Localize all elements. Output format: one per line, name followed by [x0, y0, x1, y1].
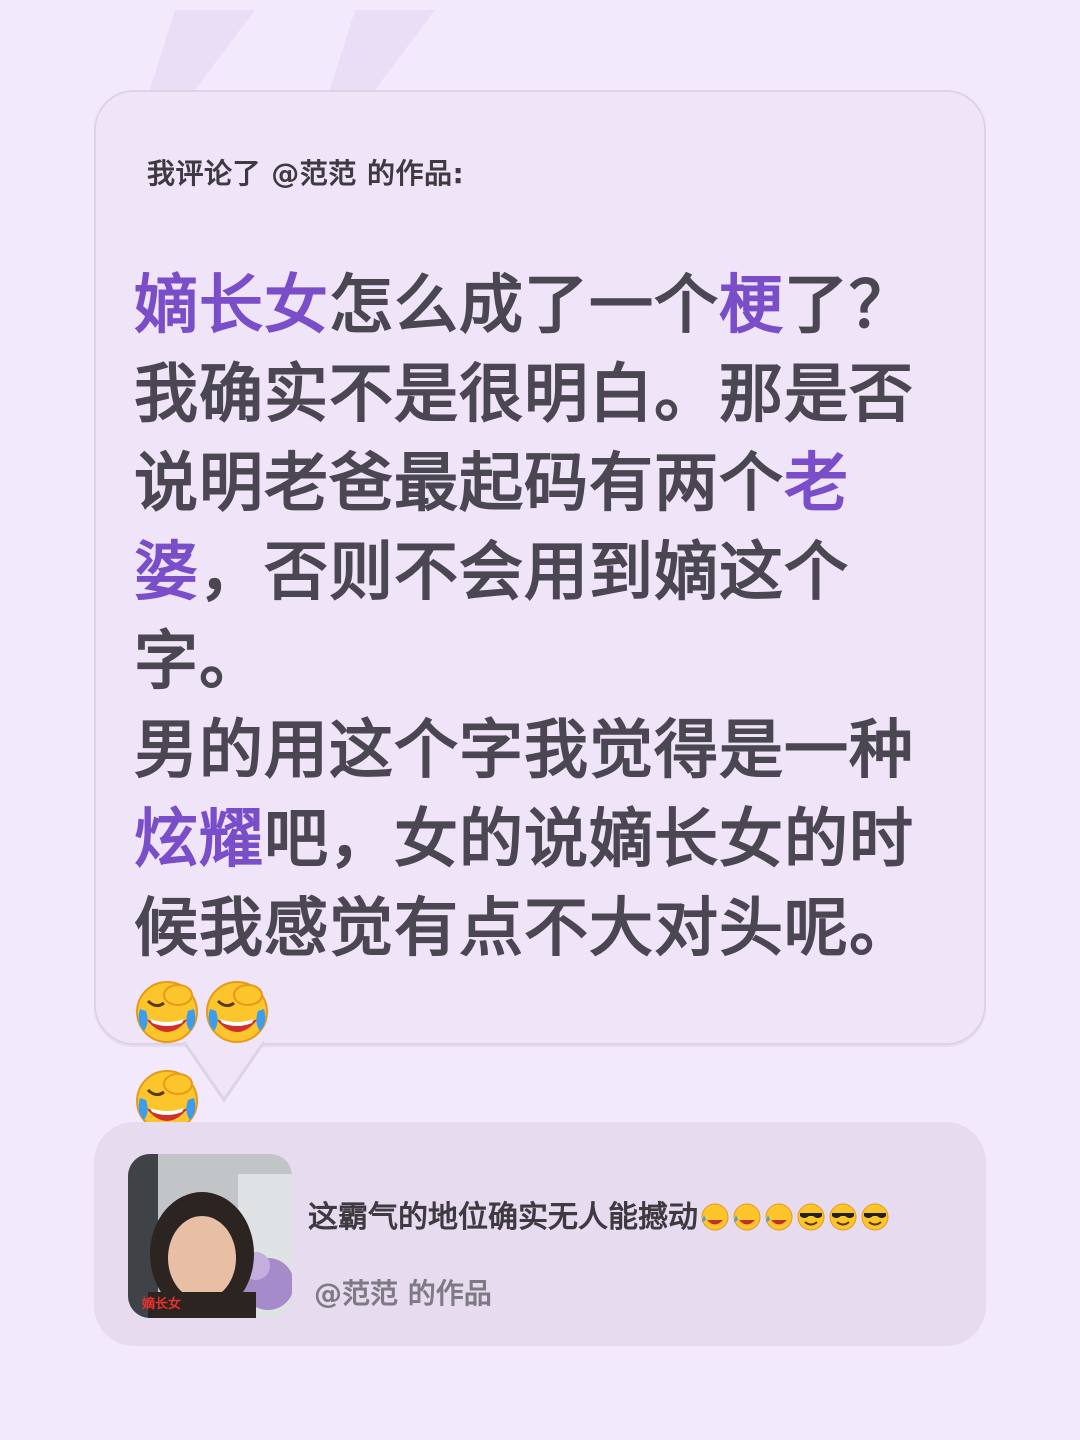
sunglasses-emoji — [826, 1200, 858, 1235]
quoted-post-source[interactable]: @范范 的作品 — [314, 1272, 492, 1312]
comment-phrase: 怎么成了一个 — [329, 269, 719, 343]
comment-header: 我评论了 @范范 的作品: — [147, 157, 465, 190]
highlighted-phrase: 嫡长女 — [134, 269, 329, 343]
comment-text: 嫡长女怎么成了一个梗了？我确实不是很明白。那是否说明老爸最起码有两个老婆，否则不… — [134, 262, 964, 1152]
post-thumbnail[interactable]: 嫡长女 — [128, 1154, 292, 1318]
rofl-emoji — [698, 1200, 730, 1235]
loudly-crying-laughing-emoji — [204, 981, 274, 1055]
sunglasses-emoji — [858, 1200, 890, 1235]
highlighted-phrase: 梗 — [719, 269, 784, 343]
thumbnail-caption: 嫡长女 — [142, 1297, 182, 1312]
loudly-crying-laughing-emoji — [134, 981, 204, 1055]
comment-phrase: 男的用这个字我觉得是一种 — [134, 714, 914, 788]
rofl-emoji — [762, 1200, 794, 1235]
comment-phrase: ，否则不会用到嫡这个字。 — [134, 536, 849, 699]
quoted-post-caption: 这霸气的地位确实无人能撼动 — [308, 1200, 698, 1235]
quoted-post-text: 这霸气的地位确实无人能撼动 — [308, 1192, 890, 1236]
rofl-emoji — [730, 1200, 762, 1235]
sunglasses-emoji — [794, 1200, 826, 1235]
highlighted-phrase: 炫耀 — [134, 803, 264, 877]
